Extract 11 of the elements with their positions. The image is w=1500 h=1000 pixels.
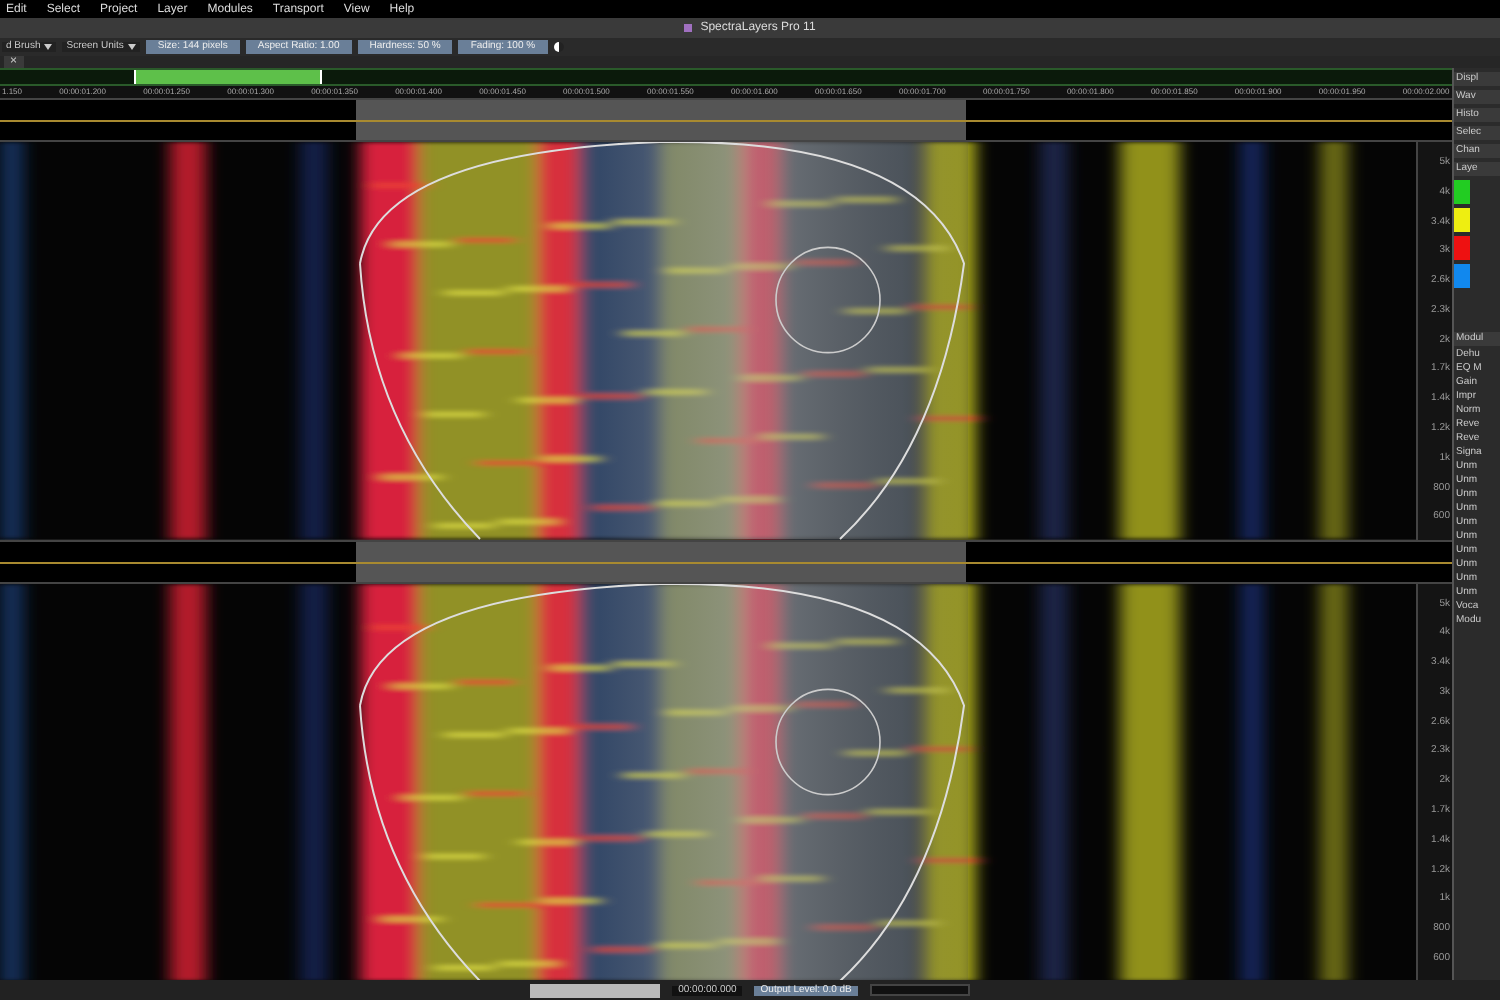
layer-swatch[interactable]	[1454, 236, 1470, 260]
app-icon	[684, 24, 693, 32]
layer-swatch[interactable]	[1454, 180, 1470, 204]
overview-selection[interactable]	[134, 70, 322, 84]
layer-swatch[interactable]	[1454, 264, 1470, 288]
transport-controls[interactable]	[530, 983, 661, 997]
level-meter	[869, 984, 970, 996]
caret-icon	[127, 44, 136, 50]
overview-bar[interactable]	[0, 68, 1452, 86]
layer-swatch[interactable]	[1454, 208, 1470, 232]
caret-icon	[44, 44, 53, 50]
